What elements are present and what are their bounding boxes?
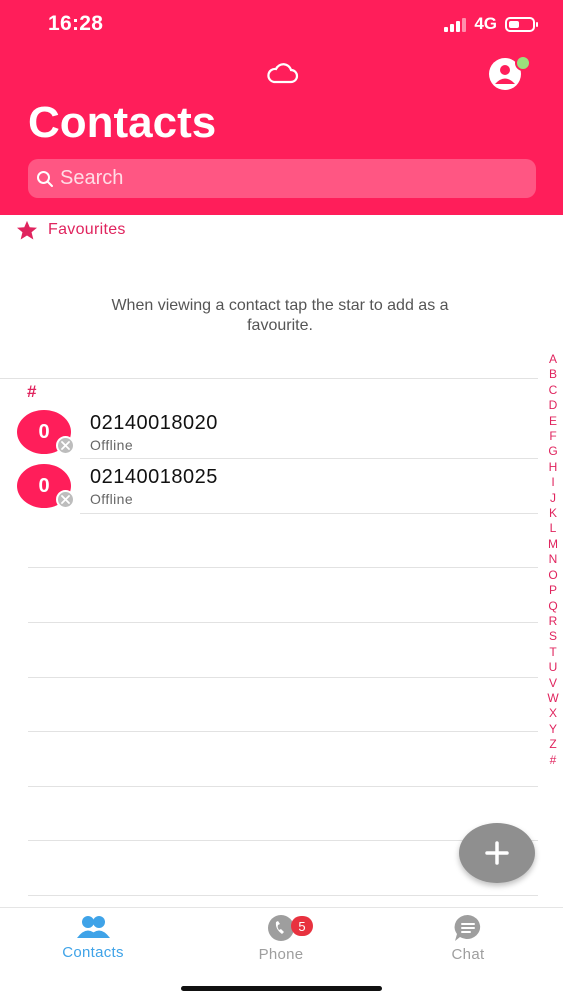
- alphabet-index-letter[interactable]: Y: [549, 722, 557, 737]
- search-input[interactable]: [60, 167, 500, 190]
- contact-row[interactable]: 0 02140018025 Offline: [0, 464, 540, 518]
- alphabet-index-letter[interactable]: O: [548, 568, 557, 583]
- alphabet-index-letter[interactable]: C: [549, 383, 558, 398]
- alphabet-index-letter[interactable]: K: [549, 506, 557, 521]
- empty-row-divider: [28, 786, 538, 787]
- alphabet-index-letter[interactable]: A: [549, 352, 557, 367]
- alphabet-index-letter[interactable]: M: [548, 537, 558, 552]
- empty-row-divider: [28, 895, 538, 896]
- alphabet-index-letter[interactable]: J: [550, 491, 556, 506]
- alphabet-index-letter[interactable]: F: [549, 429, 556, 444]
- alphabet-index-letter[interactable]: D: [549, 398, 558, 413]
- empty-row-divider: [28, 567, 538, 568]
- section-header: #: [27, 382, 37, 401]
- alphabet-index-letter[interactable]: L: [550, 521, 557, 536]
- alphabet-index-letter[interactable]: T: [549, 645, 556, 660]
- alphabet-index-letter[interactable]: Q: [548, 599, 557, 614]
- alphabet-index-letter[interactable]: W: [547, 691, 558, 706]
- empty-row-divider: [28, 731, 538, 732]
- add-contact-button[interactable]: [459, 823, 535, 883]
- tab-label: Phone: [258, 946, 304, 963]
- alphabet-index-letter[interactable]: G: [548, 444, 557, 459]
- battery-level: [509, 20, 520, 28]
- alphabet-index-letter[interactable]: H: [549, 460, 558, 475]
- contact-number: 02140018020: [90, 412, 218, 434]
- contact-status: Offline: [90, 437, 134, 453]
- divider: [0, 378, 538, 379]
- battery-icon: [505, 16, 538, 32]
- search-icon: [37, 170, 53, 187]
- alphabet-index-letter[interactable]: B: [549, 367, 557, 382]
- alphabet-index-letter[interactable]: N: [549, 552, 558, 567]
- favourites-hint: When viewing a contact tap the star to a…: [111, 297, 449, 334]
- search-bar[interactable]: [28, 159, 536, 198]
- contact-number: 02140018025: [90, 466, 218, 488]
- contact-row[interactable]: 0 02140018020 Offline: [0, 410, 540, 464]
- alphabet-index-letter[interactable]: S: [549, 629, 557, 644]
- divider: [80, 513, 538, 514]
- empty-row-divider: [28, 622, 538, 623]
- status-time: 16:28: [48, 12, 104, 35]
- favourites-label: Favourites: [48, 221, 126, 238]
- divider: [80, 458, 538, 459]
- alphabet-index-letter[interactable]: U: [549, 660, 558, 675]
- tab-contacts[interactable]: Contacts: [33, 914, 153, 974]
- tab-label: Contacts: [62, 944, 124, 961]
- phone-badge: 5: [291, 916, 313, 936]
- favourites-header: Favourites: [16, 220, 126, 240]
- tab-label: Chat: [451, 946, 485, 963]
- page-title: Contacts: [28, 98, 217, 147]
- plus-icon: [485, 841, 509, 865]
- network-type: 4G: [474, 14, 497, 33]
- chat-icon: [454, 914, 481, 941]
- offline-status-icon: [56, 436, 75, 455]
- alphabet-index-letter[interactable]: E: [549, 414, 557, 429]
- contacts-icon: [77, 916, 110, 938]
- alphabet-index-letter[interactable]: P: [549, 583, 557, 598]
- offline-status-icon: [56, 490, 75, 509]
- tab-chat[interactable]: Chat: [408, 914, 528, 974]
- cloud-icon[interactable]: [265, 62, 299, 86]
- alphabet-index-letter[interactable]: I: [551, 475, 554, 490]
- alphabet-index[interactable]: A B C D E F G H I J K L M N O P Q R S T U V W X Y Z #: [544, 352, 562, 768]
- contact-status: Offline: [90, 491, 134, 507]
- alphabet-index-letter[interactable]: R: [549, 614, 558, 629]
- alphabet-index-letter[interactable]: V: [549, 676, 557, 691]
- tab-phone[interactable]: 5 Phone: [221, 914, 341, 974]
- app-header: 16:28 4G Contacts: [0, 0, 563, 215]
- alphabet-index-letter[interactable]: X: [549, 706, 557, 721]
- signal-icon: [444, 16, 467, 32]
- status-indicators: 4G: [444, 14, 538, 34]
- online-status-dot: [515, 55, 531, 71]
- empty-row-divider: [28, 677, 538, 678]
- alphabet-index-letter[interactable]: Z: [549, 737, 556, 752]
- star-icon: [17, 220, 37, 240]
- alphabet-index-letter[interactable]: #: [550, 753, 557, 768]
- home-indicator: [181, 986, 382, 991]
